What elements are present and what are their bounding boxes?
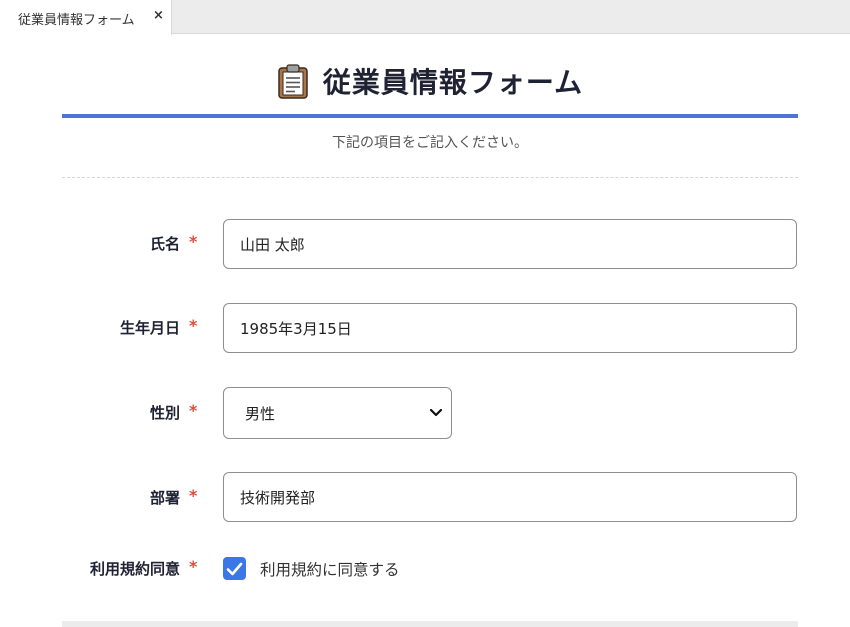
required-mark: * bbox=[189, 486, 198, 505]
page-header: 従業員情報フォーム bbox=[62, 58, 798, 104]
clipboard-icon bbox=[277, 63, 309, 99]
close-icon[interactable]: × bbox=[153, 8, 164, 23]
tab-bar: 従業員情報フォーム × bbox=[0, 0, 850, 35]
department-label: 部署 bbox=[149, 489, 180, 507]
required-mark: * bbox=[189, 557, 198, 576]
gender-label: 性別 bbox=[149, 404, 180, 422]
required-mark: * bbox=[189, 232, 198, 251]
section-divider bbox=[62, 177, 798, 178]
form-footer-strip bbox=[62, 621, 798, 627]
required-mark: * bbox=[189, 401, 198, 420]
checkmark-icon bbox=[226, 562, 243, 575]
terms-checkbox-label[interactable]: 利用規約に同意する bbox=[260, 558, 400, 580]
gender-select[interactable]: 男性 bbox=[223, 387, 452, 439]
department-input[interactable] bbox=[223, 472, 797, 522]
chevron-down-icon bbox=[421, 409, 451, 417]
required-mark: * bbox=[189, 316, 198, 335]
gender-selected-value: 男性 bbox=[245, 404, 276, 423]
terms-label: 利用規約同意 bbox=[89, 560, 180, 578]
name-input[interactable] bbox=[223, 219, 797, 269]
terms-checkbox[interactable] bbox=[223, 557, 246, 580]
page-title: 従業員情報フォーム bbox=[322, 66, 584, 99]
name-label: 氏名 bbox=[149, 235, 180, 253]
birthdate-input[interactable] bbox=[223, 303, 797, 353]
header-accent-bar bbox=[62, 114, 798, 118]
form-instructions: 下記の項目をご記入ください。 bbox=[332, 135, 528, 151]
tab-title: 従業員情報フォーム bbox=[18, 13, 135, 28]
tab-employee-form[interactable]: 従業員情報フォーム × bbox=[0, 0, 172, 35]
birthdate-label: 生年月日 bbox=[119, 319, 180, 337]
